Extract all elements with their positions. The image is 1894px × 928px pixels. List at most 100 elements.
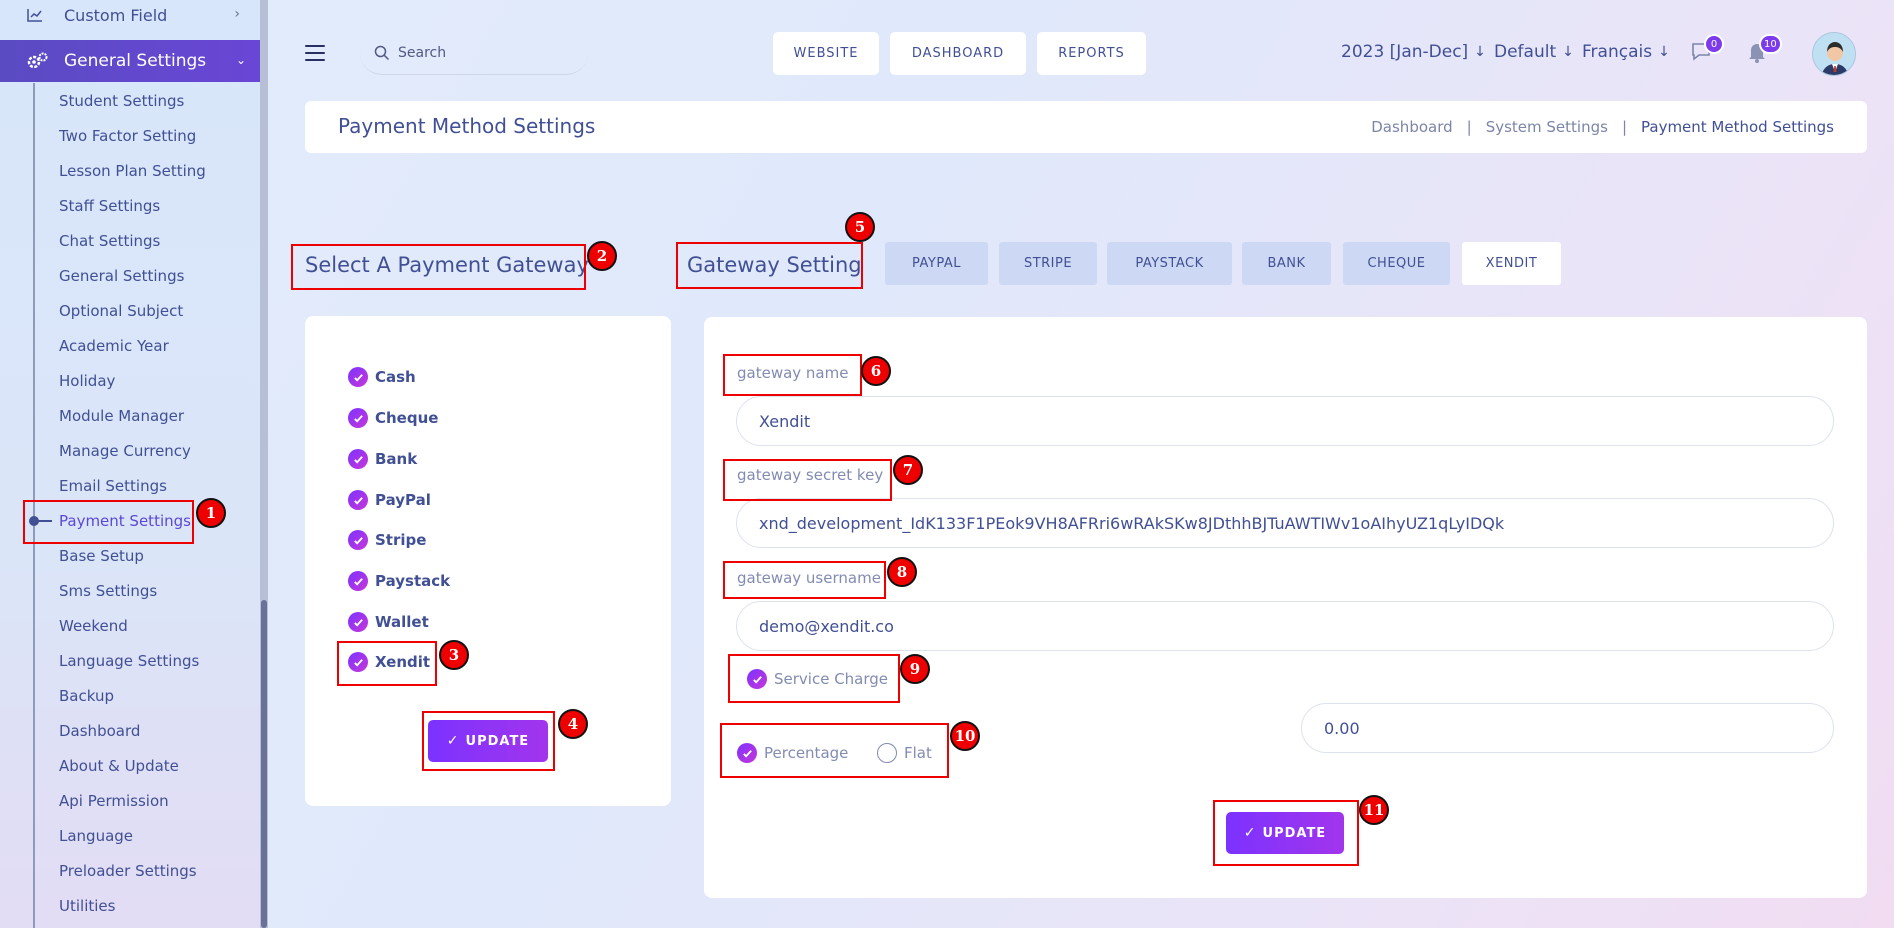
sidebar-item-dashboard[interactable]: Dashboard xyxy=(0,713,260,748)
checkbox-checked-icon[interactable] xyxy=(348,367,368,387)
menu-toggle-icon[interactable] xyxy=(305,45,325,61)
secret-key-input[interactable] xyxy=(736,498,1834,548)
sidebar-item-weekend[interactable]: Weekend xyxy=(0,608,260,643)
gateway-label: PayPal xyxy=(375,491,431,509)
sidebar-item-module-manager[interactable]: Module Manager xyxy=(0,398,260,433)
tab-bank[interactable]: BANK xyxy=(1242,242,1331,285)
checkmark-icon: ✓ xyxy=(1243,825,1257,841)
search-box[interactable] xyxy=(360,31,588,75)
sidebar-item-label: Payment Settings xyxy=(59,511,191,530)
tab-paypal[interactable]: PAYPAL xyxy=(885,242,988,285)
breadcrumb-system-settings[interactable]: System Settings xyxy=(1486,118,1608,136)
breadcrumb-separator: | xyxy=(1621,118,1627,136)
website-button[interactable]: WEBSITE xyxy=(773,32,879,75)
sidebar-item-academic-year[interactable]: Academic Year xyxy=(0,328,260,363)
checkbox-checked-icon[interactable] xyxy=(348,449,368,469)
sidebar-item-label: Custom Field xyxy=(64,5,168,25)
sidebar-scrollbar-thumb[interactable] xyxy=(261,600,267,928)
gateway-option-wallet[interactable]: Wallet xyxy=(348,612,429,632)
language-dropdown[interactable]: Français ↓ xyxy=(1582,42,1670,62)
tab-cheque[interactable]: CHEQUE xyxy=(1343,242,1450,285)
checkbox-checked-icon[interactable] xyxy=(348,612,368,632)
gateway-label: Stripe xyxy=(375,531,427,549)
sidebar-item-custom-field[interactable]: Custom Field › xyxy=(0,0,260,30)
sidebar-item-email-settings[interactable]: Email Settings xyxy=(0,468,260,503)
sidebar-item-label: Base Setup xyxy=(59,546,144,565)
charge-type-percentage[interactable]: Percentage xyxy=(737,743,848,763)
gateway-settings-update-button[interactable]: ✓ UPDATE xyxy=(1226,812,1344,854)
sidebar-item-about-update[interactable]: About & Update xyxy=(0,748,260,783)
percentage-label: Percentage xyxy=(764,744,849,762)
sidebar-item-two-factor-setting[interactable]: Two Factor Setting xyxy=(0,118,260,153)
tab-paystack[interactable]: PAYSTACK xyxy=(1107,242,1232,285)
gateway-option-stripe[interactable]: Stripe xyxy=(348,530,426,550)
annotation-marker: 4 xyxy=(558,709,588,739)
sidebar-item-language-settings[interactable]: Language Settings xyxy=(0,643,260,678)
annotation-marker: 2 xyxy=(587,241,617,271)
update-label: UPDATE xyxy=(1262,825,1327,841)
search-input[interactable] xyxy=(398,44,568,61)
gateway-option-bank[interactable]: Bank xyxy=(348,449,417,469)
secret-key-label: gateway secret key xyxy=(737,466,884,484)
sidebar-item-chat-settings[interactable]: Chat Settings xyxy=(0,223,260,258)
checkbox-checked-icon[interactable] xyxy=(348,652,368,672)
select-gateway-heading: Select A Payment Gateway xyxy=(305,253,589,277)
sidebar-item-utilities[interactable]: Utilities xyxy=(0,888,260,923)
sidebar-item-sms-settings[interactable]: Sms Settings xyxy=(0,573,260,608)
service-charge-toggle[interactable]: Service Charge xyxy=(747,669,888,689)
update-label: UPDATE xyxy=(465,733,530,749)
sidebar-group-general-settings[interactable]: General Settings ⌄ xyxy=(0,40,266,82)
gateway-name-input[interactable] xyxy=(736,396,1834,446)
sidebar-item-general-settings[interactable]: General Settings xyxy=(0,258,260,293)
checkbox-checked-icon[interactable] xyxy=(348,571,368,591)
theme-dropdown[interactable]: Default ↓ xyxy=(1494,42,1574,62)
sidebar-item-student-settings[interactable]: Student Settings xyxy=(0,83,260,118)
charge-type-flat[interactable]: Flat xyxy=(877,743,932,763)
sidebar-item-holiday[interactable]: Holiday xyxy=(0,363,260,398)
arrow-down-icon: ↓ xyxy=(1562,44,1574,60)
chat-notification[interactable]: 0 xyxy=(1690,34,1724,64)
sidebar-item-lesson-plan-setting[interactable]: Lesson Plan Setting xyxy=(0,153,260,188)
gateway-option-cash[interactable]: Cash xyxy=(348,367,416,387)
charge-amount-input[interactable] xyxy=(1301,703,1834,753)
user-avatar[interactable] xyxy=(1812,32,1856,76)
gateway-list-update-button[interactable]: ✓ UPDATE xyxy=(428,720,548,762)
gateway-option-paypal[interactable]: PayPal xyxy=(348,490,431,510)
breadcrumb-current: Payment Method Settings xyxy=(1641,118,1834,136)
checkbox-checked-icon[interactable] xyxy=(348,408,368,428)
bell-notification[interactable]: 10 xyxy=(1745,34,1782,64)
checkbox-checked-icon[interactable] xyxy=(348,530,368,550)
sidebar-item-language[interactable]: Language xyxy=(0,818,260,853)
sidebar-item-label: Staff Settings xyxy=(59,196,161,215)
chevron-right-icon: › xyxy=(234,6,240,22)
sidebar-item-base-setup[interactable]: Base Setup xyxy=(0,538,260,573)
radio-checked-icon[interactable] xyxy=(737,743,757,763)
gateway-option-paystack[interactable]: Paystack xyxy=(348,571,450,591)
breadcrumb-dashboard[interactable]: Dashboard xyxy=(1371,118,1452,136)
sidebar-item-staff-settings[interactable]: Staff Settings xyxy=(0,188,260,223)
academic-year-dropdown[interactable]: 2023 [Jan-Dec] ↓ xyxy=(1341,42,1486,62)
reports-button[interactable]: REPORTS xyxy=(1037,32,1146,75)
sidebar-item-backup[interactable]: Backup xyxy=(0,678,260,713)
sidebar-item-optional-subject[interactable]: Optional Subject xyxy=(0,293,260,328)
annotation-marker: 7 xyxy=(893,455,923,485)
gateway-label: Wallet xyxy=(375,613,429,631)
checkbox-checked-icon[interactable] xyxy=(747,669,767,689)
sidebar-item-preloader-settings[interactable]: Preloader Settings xyxy=(0,853,260,888)
sidebar-item-label: General Settings xyxy=(59,266,185,285)
radio-unchecked-icon[interactable] xyxy=(877,743,897,763)
sidebar-item-api-permission[interactable]: Api Permission xyxy=(0,783,260,818)
sidebar-item-label: Email Settings xyxy=(59,476,167,495)
chevron-down-icon: ⌄ xyxy=(235,53,246,67)
sidebar-scrollbar[interactable] xyxy=(260,0,268,928)
tab-stripe[interactable]: STRIPE xyxy=(999,242,1097,285)
gateway-option-cheque[interactable]: Cheque xyxy=(348,408,438,428)
sidebar-item-label: Utilities xyxy=(59,896,116,915)
sidebar-item-manage-currency[interactable]: Manage Currency xyxy=(0,433,260,468)
checkbox-checked-icon[interactable] xyxy=(348,490,368,510)
tab-xendit[interactable]: XENDIT xyxy=(1462,242,1561,285)
gateway-option-xendit[interactable]: Xendit xyxy=(348,652,430,672)
annotation-marker: 1 xyxy=(196,498,226,528)
username-input[interactable] xyxy=(736,601,1834,651)
dashboard-button[interactable]: DASHBOARD xyxy=(890,32,1026,75)
